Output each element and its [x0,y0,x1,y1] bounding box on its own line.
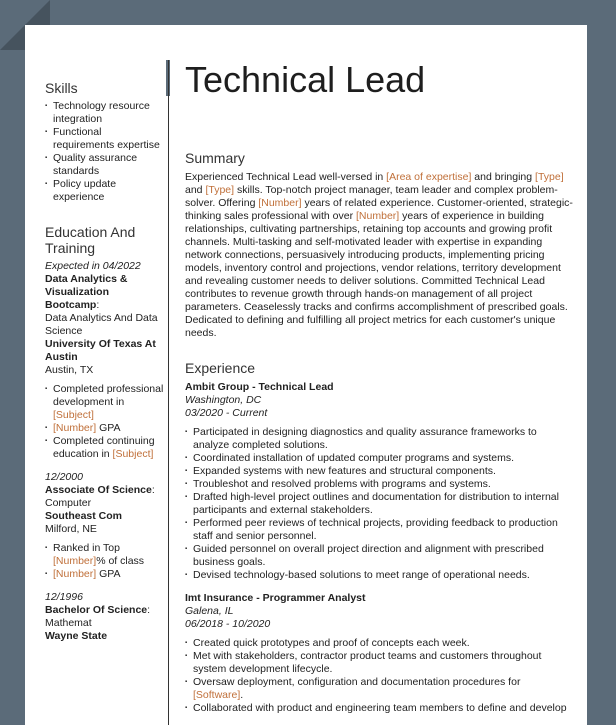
job-location: Galena, IL [185,605,234,617]
job-dates: 03/2020 - Current [185,407,268,419]
list-item: Created quick prototypes and proof of co… [185,637,573,650]
placeholder-text: [Software] [193,689,241,701]
degree-name: Bachelor Of Science [45,604,148,616]
list-item: Devised technology-based solutions to me… [185,569,573,582]
skills-title: Skills [45,80,78,96]
education-school: Southeast Com [45,510,123,522]
skill-item: Functional requirements expertise [45,126,165,152]
job-bullets: Created quick prototypes and proof of co… [185,637,573,715]
skills-list: Technology resource integrationFunctiona… [45,100,165,204]
placeholder-text: [Number] [53,422,97,434]
education-field: Computer [45,497,92,509]
list-item: Completed continuing education in [Subje… [45,435,165,461]
sidebar: Skills Technology resource integrationFu… [45,80,165,643]
education-field: Mathemat [45,617,92,629]
job-entry: Ambit Group - Technical Lead Washington, … [185,381,573,582]
list-item: [Number] GPA [45,568,165,581]
education-entry: 12/2000 Associate Of Science: Computer Sout… [45,471,165,581]
education-bullets: Completed professional development in [S… [45,383,165,461]
summary-title: Summary [185,150,245,166]
job-dates: 06/2018 - 10/2020 [185,618,271,630]
placeholder-text: [Type] [205,184,235,196]
placeholder-text: [Type] [535,171,564,183]
list-item: Coordinated installation of updated comp… [185,452,573,465]
education-location: Milford, NE [45,523,97,535]
skill-item: Technology resource integration [45,100,165,126]
experience-section: Experience Ambit Group - Technical Lead W… [185,360,573,715]
placeholder-text: [Area of expertise] [386,171,472,183]
list-item: Troubleshot and resolved problems with p… [185,478,573,491]
education-date: Expected in 04/2022 [45,260,141,272]
list-item: Participated in designing diagnostics an… [185,426,573,452]
list-item: Guided personnel on overall project dire… [185,543,573,569]
placeholder-text: [Number] [258,197,302,209]
column-divider [168,60,169,725]
placeholder-text: [Subject] [53,409,94,421]
list-item: [Number] GPA [45,422,165,435]
degree-name: Data Analytics & Visualization Bootcamp [45,273,128,311]
job-heading: Ambit Group - Technical Lead [185,381,334,393]
list-item: Ranked in Top [Number]% of class [45,542,165,568]
jobs-list: Ambit Group - Technical Lead Washington, … [185,381,573,715]
education-school: Wayne State [45,630,108,642]
skill-item: Policy update experience [45,178,165,204]
placeholder-text: [Number] [53,555,97,567]
experience-title: Experience [185,360,256,376]
job-bullets: Participated in designing diagnostics an… [185,426,573,582]
education-degree: Data Analytics & Visualization Bootcamp: [45,273,128,311]
page-title: Technical Lead [185,59,426,100]
education-date: 12/2000 [45,471,83,483]
placeholder-text: [Number] [53,568,97,580]
education-field: Data Analytics And Data Science [45,312,158,337]
summary-section: Summary Experienced Technical Lead well-… [185,150,573,340]
list-item: Met with stakeholders, contractor produc… [185,650,573,676]
skill-item: Quality assurance standards [45,152,165,178]
job-entry: Imt Insurance - Programmer Analyst Galena… [185,592,573,715]
list-item: Drafted high-level project outlines and … [185,491,573,517]
education-school: University Of Texas At Austin [45,338,156,363]
education-list: Expected in 04/2022 Data Analytics & Visu… [45,260,165,643]
education-location: Austin, TX [45,364,94,376]
summary-text: Experienced Technical Lead well-versed i… [185,171,573,339]
education-degree: Bachelor Of Science: [45,604,151,616]
placeholder-text: [Number] [356,210,400,222]
education-entry: Expected in 04/2022 Data Analytics & Visu… [45,260,165,461]
main-content: Technical Lead Summary Experienced Techn… [185,58,573,715]
list-item: Completed professional development in [S… [45,383,165,422]
job-heading: Imt Insurance - Programmer Analyst [185,592,366,604]
education-date: 12/1996 [45,591,83,603]
placeholder-text: [Subject] [112,448,154,460]
education-bullets: Ranked in Top [Number]% of class[Number]… [45,542,165,581]
education-entry: 12/1996 Bachelor Of Science: Mathemat Wayne… [45,591,165,643]
list-item: Performed peer reviews of technical proj… [185,517,573,543]
list-item: Oversaw deployment, configuration and do… [185,676,573,702]
degree-name: Associate Of Science [45,484,152,496]
job-location: Washington, DC [185,394,262,406]
education-degree: Associate Of Science: [45,484,155,496]
resume-page: Skills Technology resource integrationFu… [25,25,587,725]
list-item: Collaborated with product and engineerin… [185,702,573,715]
education-title: Education And Training [45,224,136,256]
list-item: Expanded systems with new features and s… [185,465,573,478]
